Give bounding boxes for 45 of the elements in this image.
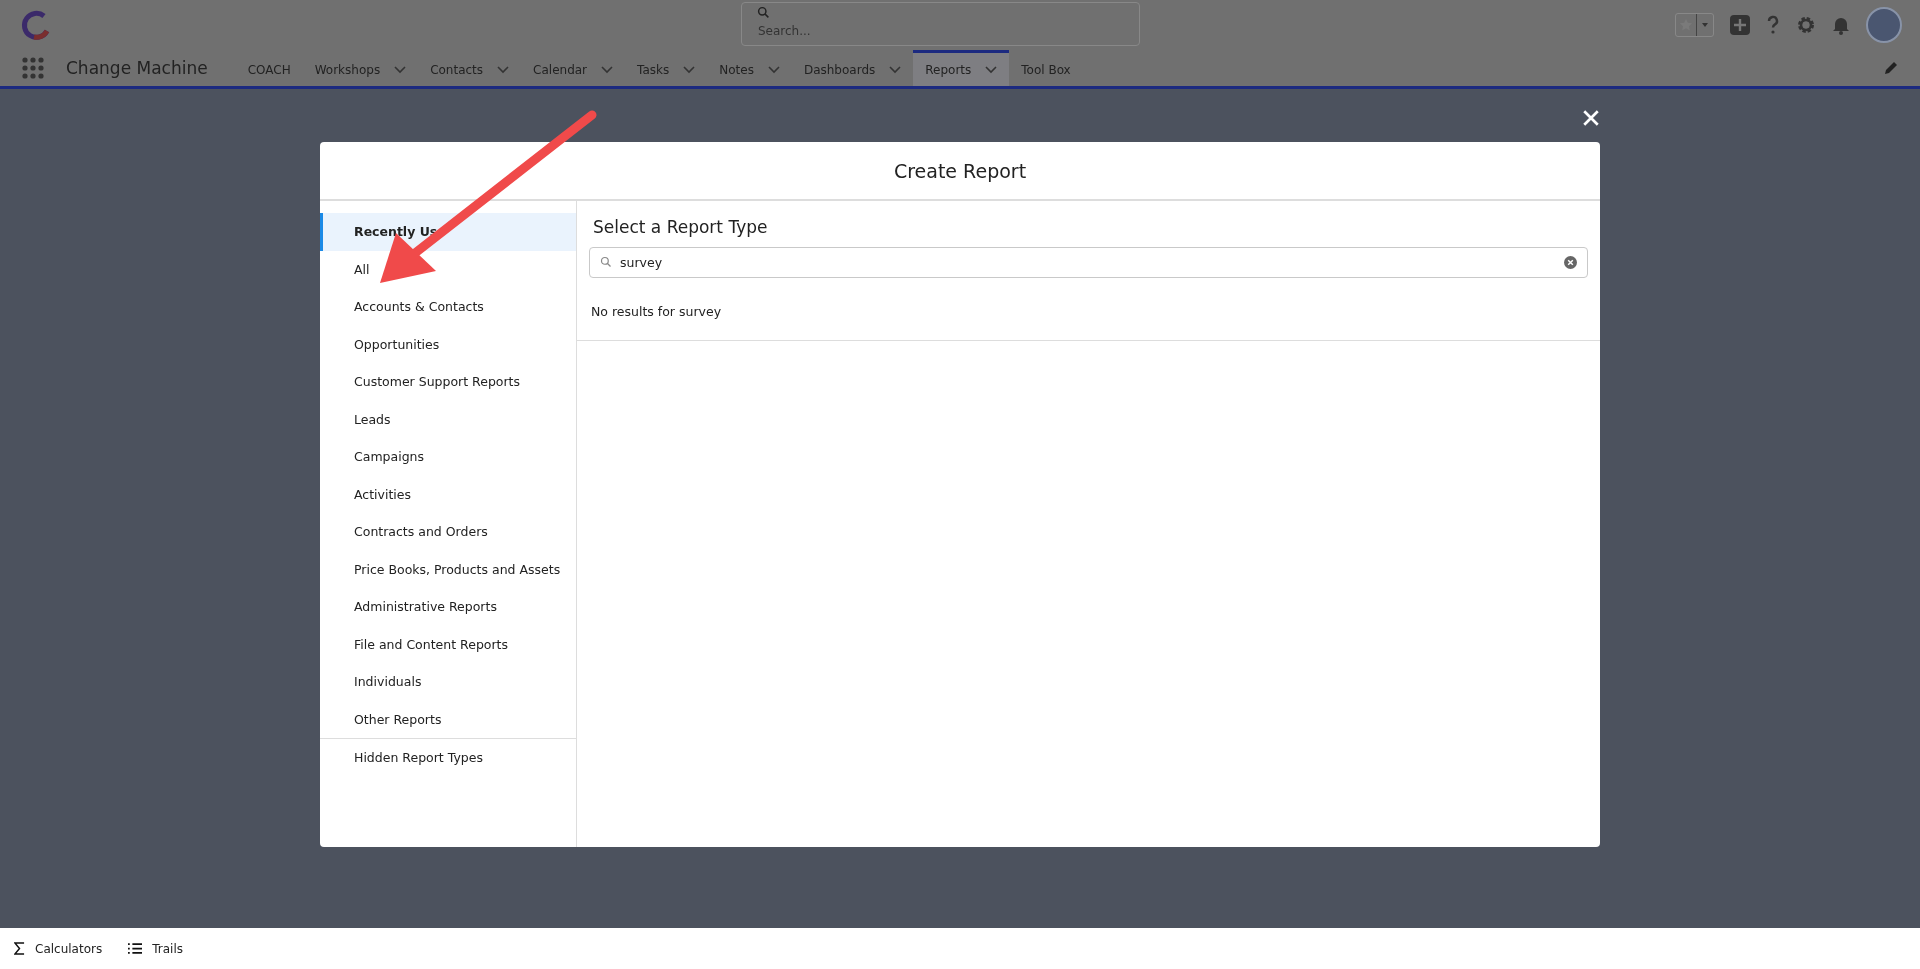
category-item[interactable]: Campaigns — [320, 438, 576, 476]
category-item[interactable]: Administrative Reports — [320, 588, 576, 626]
category-item[interactable]: Leads — [320, 400, 576, 438]
avatar-icon[interactable] — [1866, 7, 1902, 43]
settings-icon[interactable] — [1796, 15, 1816, 35]
category-item[interactable]: Contracts and Orders — [320, 513, 576, 551]
category-item[interactable]: Activities — [320, 475, 576, 513]
list-icon — [128, 943, 143, 954]
bell-icon[interactable] — [1832, 15, 1850, 35]
app-launcher-icon[interactable] — [22, 57, 44, 79]
chevron-down-icon[interactable] — [601, 65, 614, 74]
nav-tab[interactable]: Reports — [913, 50, 1010, 86]
chevron-down-icon[interactable] — [497, 65, 510, 74]
favorites-button[interactable] — [1675, 13, 1714, 37]
search-field[interactable]: survey — [589, 247, 1588, 278]
chevron-down-icon[interactable] — [394, 65, 407, 74]
utility-item[interactable]: Calculators — [14, 941, 103, 956]
close-icon[interactable] — [1582, 109, 1600, 127]
category-item[interactable]: Customer Support Reports — [320, 363, 576, 401]
sigma-icon — [14, 942, 25, 955]
logo-icon[interactable] — [20, 9, 52, 41]
modal-title: Create Report — [893, 159, 1027, 182]
app-name: Change Machine — [66, 58, 208, 78]
category-item[interactable]: Opportunities — [320, 325, 576, 363]
category-item[interactable]: Price Books, Products and Assets — [320, 550, 576, 588]
chevron-down-icon[interactable] — [767, 65, 780, 74]
category-item[interactable]: Accounts & Contacts — [320, 288, 576, 326]
plus-icon[interactable] — [1730, 15, 1750, 35]
help-icon[interactable] — [1766, 15, 1780, 35]
category-item[interactable]: Individuals — [320, 663, 576, 701]
category-item[interactable]: Hidden Report Types — [320, 739, 576, 777]
section-heading: Select a Report Type — [593, 217, 769, 237]
category-item[interactable]: Other Reports — [320, 700, 576, 738]
search-icon — [757, 6, 770, 19]
chevron-down-icon[interactable] — [985, 65, 998, 74]
chevron-down-icon[interactable] — [889, 65, 902, 74]
category-item[interactable]: All — [320, 250, 576, 288]
search-field[interactable]: Search... — [741, 2, 1140, 46]
clear-icon[interactable] — [1564, 256, 1577, 269]
chevron-down-icon[interactable] — [683, 65, 696, 74]
utility-item[interactable]: Trails — [128, 941, 183, 956]
category-item[interactable]: File and Content Reports — [320, 625, 576, 663]
pencil-icon[interactable] — [1884, 61, 1898, 75]
empty-message: No results for survey — [591, 304, 723, 319]
search-icon — [600, 256, 612, 268]
